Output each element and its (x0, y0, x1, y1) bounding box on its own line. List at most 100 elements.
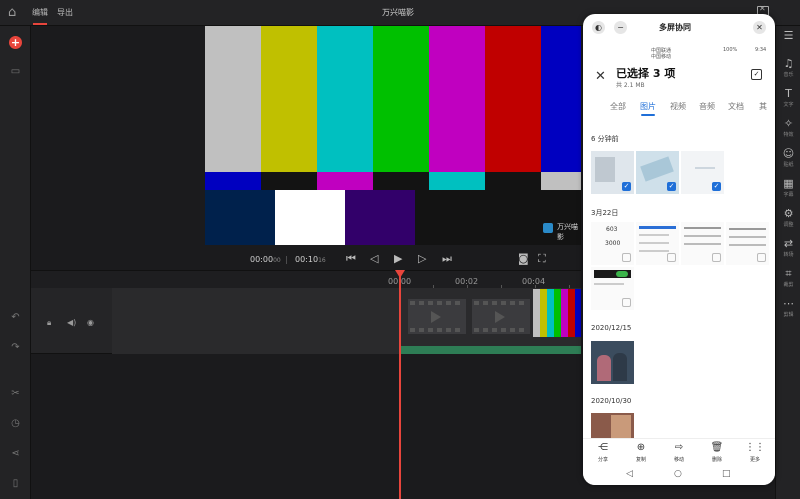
tool-transition[interactable]: ⇄ 转场 (776, 238, 800, 259)
tool-effects[interactable]: ✧ 特效 (776, 118, 800, 139)
checkbox-checked[interactable]: ✓ (712, 182, 721, 191)
photo-thumb[interactable] (726, 222, 769, 265)
tool-label: 音乐 (783, 72, 794, 78)
tool-label: 调整 (783, 222, 794, 228)
photo-thumb[interactable] (591, 413, 634, 438)
prev-frame-icon[interactable]: ◁ (370, 252, 378, 265)
mid-bar (373, 172, 429, 190)
play-icon[interactable]: ▶ (394, 252, 402, 265)
skip-start-icon[interactable]: ⏮ (346, 252, 356, 265)
more-button[interactable]: ⋮⋮ 更多 (740, 442, 770, 463)
list-icon: ☰ (783, 29, 794, 42)
menu-export[interactable]: 导出 (57, 7, 73, 18)
tool-subtitle[interactable]: ▦ 字幕 (776, 177, 800, 199)
mid-bar (205, 172, 261, 190)
next-frame-icon[interactable]: ▷ (418, 252, 426, 265)
checkbox-unchecked[interactable] (667, 253, 676, 262)
photo-thumb[interactable] (681, 222, 724, 265)
color-bar-cyan (317, 26, 373, 172)
close-icon[interactable]: ✕ (753, 21, 766, 34)
home-icon[interactable]: ⌂ (8, 6, 22, 20)
pin-icon[interactable]: ◐ (592, 21, 605, 34)
fullscreen-icon[interactable]: ⛶ (538, 252, 546, 265)
cancel-selection-icon[interactable]: ✕ (595, 69, 606, 84)
checkbox-unchecked[interactable] (757, 253, 766, 262)
share-icon[interactable]: ⋖ (10, 448, 21, 459)
home-nav-icon[interactable]: ○ (674, 469, 682, 479)
watermark-logo-icon (543, 223, 553, 233)
crop-icon: ⌗ (785, 267, 792, 280)
section-date: 3月22日 (591, 209, 619, 217)
checkbox-checked[interactable]: ✓ (667, 182, 676, 191)
music-icon: ♫ (783, 57, 794, 70)
select-all-icon[interactable]: ✓ (751, 69, 762, 80)
preview-video[interactable]: 万兴喵影 (205, 26, 581, 245)
color-bars-clip[interactable] (533, 289, 581, 337)
checkbox-unchecked[interactable] (622, 253, 631, 262)
tool-label: 文字 (783, 102, 794, 108)
action-label: 更多 (749, 457, 760, 463)
speed-icon: ⚙ (783, 207, 794, 220)
filter-icon: ▦ (783, 177, 794, 190)
tool-sticker[interactable]: ☺ 贴纸 (776, 148, 800, 169)
speed-icon[interactable]: ◷ (10, 418, 21, 429)
thumb-number: 603 (606, 226, 618, 233)
share-button[interactable]: ⋲ 分享 (588, 442, 618, 463)
tool-adjust[interactable]: ⚙ 调整 (776, 207, 800, 229)
add-media-button[interactable]: + (9, 36, 22, 49)
checkbox-unchecked[interactable] (622, 298, 631, 307)
photo-thumb[interactable]: ✓ (591, 151, 634, 194)
volume-icon[interactable]: ◀) (67, 318, 76, 327)
move-button[interactable]: ⇨ 移动 (664, 442, 694, 463)
tab-documents[interactable]: 文档 (728, 101, 744, 112)
delete-button[interactable]: 🗑 删除 (702, 442, 732, 463)
tab-all[interactable]: 全部 (610, 101, 626, 112)
color-bar-yellow (261, 26, 317, 172)
delete-icon[interactable]: ▯ (10, 478, 21, 489)
audio-track-clip[interactable] (401, 346, 581, 354)
placeholder-clip[interactable] (472, 299, 530, 334)
timeline-ruler[interactable]: 00:00 00:02 00:04 (31, 270, 581, 289)
tool-text[interactable]: T 文字 (776, 88, 800, 109)
skip-end-icon[interactable]: ⏭ (442, 252, 452, 265)
tool-menu[interactable]: ☰ (776, 30, 800, 42)
checkbox-unchecked[interactable] (712, 253, 721, 262)
photo-thumb[interactable] (591, 267, 634, 310)
photo-thumb[interactable]: ✓ (681, 151, 724, 194)
tab-videos[interactable]: 视频 (670, 101, 686, 112)
lock-icon[interactable]: 🔒︎ (47, 318, 51, 328)
tab-other[interactable]: 其 (759, 101, 767, 112)
multi-screen-phone-window[interactable]: ◐ − 多屏协同 ✕ 中国联通 中国移动 100% 9:34 ✕ 已选择 3 项… (583, 14, 775, 485)
menu-edit[interactable]: 编辑 (32, 7, 48, 18)
photo-thumb[interactable]: 603 3000 (591, 222, 634, 265)
minimize-icon[interactable]: − (614, 21, 627, 34)
copy-button[interactable]: ⊕ 复制 (626, 442, 656, 463)
tool-crop[interactable]: ⌗ 裁剪 (776, 267, 800, 289)
snapshot-icon[interactable]: ◙ (518, 252, 529, 265)
section-date: 6 分钟前 (591, 135, 619, 143)
playhead[interactable] (399, 270, 401, 499)
low-bar (345, 190, 415, 245)
recents-icon[interactable]: □ (722, 469, 731, 479)
tool-edit[interactable]: ⋯ 剪辑 (776, 298, 800, 319)
copy-icon: ⊕ (636, 442, 646, 453)
mid-bar (429, 172, 485, 190)
redo-icon[interactable]: ↷ (10, 342, 21, 353)
video-track[interactable] (112, 288, 581, 354)
media-library-icon[interactable]: ▭ (10, 66, 21, 77)
split-icon[interactable]: ✂ (10, 388, 21, 399)
tool-music[interactable]: ♫ 音乐 (776, 57, 800, 79)
photo-thumb[interactable] (591, 341, 634, 384)
back-icon[interactable]: ◁ (626, 469, 633, 479)
photo-thumb[interactable] (636, 222, 679, 265)
checkbox-checked[interactable]: ✓ (622, 182, 631, 191)
tab-images[interactable]: 图片 (640, 101, 656, 112)
section-date: 2020/10/30 (591, 397, 632, 405)
undo-icon[interactable]: ↶ (10, 312, 21, 323)
photo-thumb[interactable]: ✓ (636, 151, 679, 194)
playback-bar: 00:0000 | 00:1016 ⏮ ◁ ▶ ▷ ⏭ ◙ ⛶ (205, 248, 581, 270)
visibility-icon[interactable]: ◉ (87, 318, 94, 327)
empty-track-area[interactable] (31, 355, 581, 499)
tab-audio[interactable]: 音频 (699, 101, 715, 112)
placeholder-clip[interactable] (408, 299, 466, 334)
